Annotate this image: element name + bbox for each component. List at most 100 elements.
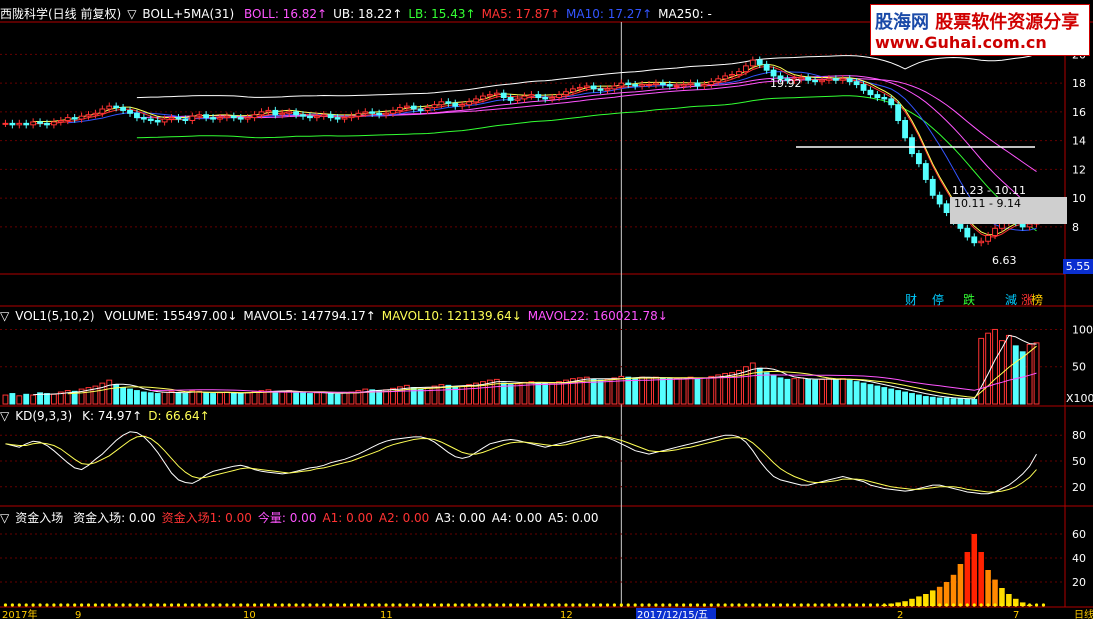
volume-bar	[348, 391, 355, 405]
fund-tick-label: 20	[1072, 576, 1086, 589]
fund-dot	[771, 603, 776, 607]
candle-body	[936, 194, 943, 205]
candle-body	[313, 115, 320, 119]
fund-dot	[1021, 603, 1025, 607]
fund-indicator-name[interactable]: 资金入场	[15, 511, 63, 525]
volume-bar	[846, 379, 853, 405]
fund-dot	[709, 603, 713, 607]
fund-dot	[467, 603, 471, 607]
fund-dot	[1028, 603, 1032, 607]
candle-body	[396, 107, 403, 111]
price-tick-label: 16	[1072, 106, 1086, 119]
volume-tick-label: 100	[1072, 323, 1093, 336]
kd-panel-header: ▽ KD(9,3,3) K: 74.97↑ D: 66.64↑	[0, 408, 222, 424]
volume-bar	[701, 377, 708, 405]
stock-title[interactable]: 西陇科学(日线 前复权)	[0, 7, 121, 21]
volume-bar	[445, 384, 452, 405]
candle-body	[99, 108, 106, 114]
fund-dot	[405, 603, 409, 607]
signal-label: 跌	[963, 293, 976, 307]
volume-bar	[147, 392, 154, 405]
signal-label: 财	[905, 293, 918, 307]
fund-dot	[356, 603, 360, 607]
volume-bar	[1012, 345, 1019, 405]
candle-body	[1026, 223, 1033, 228]
candle-body	[23, 122, 30, 126]
fund-dot	[100, 603, 104, 607]
main-legend-item: BOLL: 16.82↑	[243, 7, 328, 21]
watermark-url: www.Guhai.com.cn	[875, 33, 1047, 52]
main-panel-header: 西陇科学(日线 前复权) ▽ BOLL+5MA(31) BOLL: 16.82↑ UB…	[0, 6, 724, 22]
candle-body	[770, 69, 777, 77]
fund-dot	[176, 603, 181, 607]
axis-labels: 201816141210810050X1008050206040202017年9…	[2, 48, 1093, 619]
candle-body	[196, 114, 203, 117]
fund-dot	[682, 603, 686, 607]
candle-body	[161, 118, 168, 123]
fund-dot	[432, 603, 437, 607]
candle-body	[210, 117, 216, 120]
candle-body	[376, 112, 383, 116]
fund-dot	[626, 603, 630, 607]
fund-dot	[536, 603, 540, 607]
candle-body	[300, 114, 306, 117]
fund-dot	[294, 603, 298, 607]
candle-body	[978, 240, 985, 244]
fund-dot	[938, 603, 942, 607]
volume-bar	[327, 393, 334, 405]
fund-dot	[336, 603, 340, 607]
fund-dot	[640, 603, 644, 607]
fund-dot	[647, 603, 651, 607]
fund-dot	[993, 603, 997, 607]
candle-body	[805, 76, 812, 81]
candle-body	[701, 84, 708, 87]
candle-body	[334, 117, 341, 120]
watermark-brand: 股海网	[875, 12, 929, 33]
candle-body	[348, 115, 355, 119]
fund-dot	[17, 603, 21, 607]
fund-dot	[924, 603, 928, 607]
kd-legend-item: D: 66.64↑	[148, 409, 210, 423]
candle-body	[563, 91, 569, 96]
candle-body	[120, 107, 127, 111]
fund-dot	[509, 603, 513, 607]
x-axis-label: 2017/12/15/五	[637, 610, 708, 619]
fund-dot	[280, 603, 284, 607]
fund-dot	[799, 603, 803, 607]
fund-dot	[474, 603, 478, 607]
main-legend-item: UB: 18.22↑	[333, 7, 403, 21]
volume-bar	[493, 378, 500, 405]
volume-bar	[182, 393, 189, 405]
fund-dot	[1014, 603, 1018, 607]
volume-bar	[784, 378, 791, 405]
volume-bar	[549, 382, 556, 405]
volume-bar	[694, 378, 701, 405]
kd-indicator-name[interactable]: KD(9,3,3)	[15, 409, 72, 423]
candle-body	[673, 85, 680, 88]
candle-body	[964, 227, 971, 238]
volume-bar	[943, 397, 950, 405]
volume-bar	[9, 393, 16, 405]
fund-dot	[765, 603, 769, 607]
fund-dot	[502, 603, 506, 607]
fund-dot	[820, 603, 824, 607]
kd-panel	[5, 431, 1037, 495]
fund-dot	[716, 603, 720, 607]
candle-body	[244, 117, 251, 120]
volume-bar	[514, 383, 521, 405]
volume-bar	[639, 376, 646, 405]
indicator-name[interactable]: BOLL+5MA(31)	[142, 7, 234, 21]
candle-body	[874, 94, 881, 98]
fund-dot	[163, 603, 167, 607]
fund-panel-header: ▽ 资金入场 资金入场: 0.00 资金入场1: 0.00 今量: 0.00 A1: 0…	[0, 510, 611, 526]
fund-dot	[557, 603, 561, 607]
candle-body	[182, 118, 189, 121]
volume-bar	[293, 391, 300, 405]
volume-bar	[2, 394, 9, 405]
main-legend: BOLL: 16.82↑ UB: 18.22↑ LB: 15.43↑ MA5: 17.…	[244, 7, 718, 21]
fund-dot	[550, 603, 554, 607]
volume-bar	[832, 378, 839, 405]
fund-dot	[190, 603, 194, 607]
volume-indicator-name[interactable]: VOL1(5,10,2)	[15, 309, 94, 323]
signal-label: 停	[932, 293, 945, 307]
